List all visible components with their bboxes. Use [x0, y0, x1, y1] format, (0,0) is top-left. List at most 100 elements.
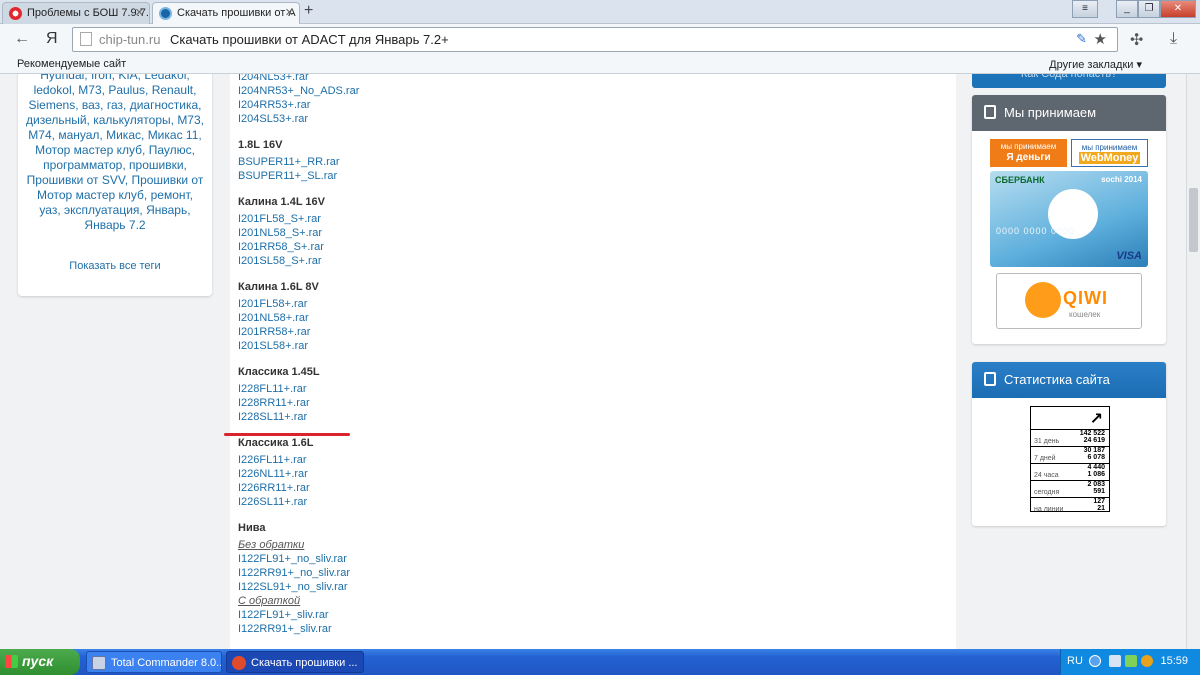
address-bar[interactable]: chip-tun.ru Скачать прошивки от ADACT дл…	[72, 27, 1118, 52]
tag-link[interactable]: диагностика,	[130, 98, 202, 112]
firmware-file-link[interactable]: I201SL58+.rar	[238, 339, 308, 353]
firmware-file-link[interactable]: I228RR11+.rar	[238, 396, 310, 410]
firmware-file-link[interactable]: I226RR11+.rar	[238, 481, 310, 495]
back-arrow-icon[interactable]: ←	[14, 30, 30, 48]
firmware-file-link[interactable]: I226FL11+.rar	[238, 453, 307, 467]
tag-link[interactable]: Прошивки от SVV,	[27, 173, 128, 187]
network-icon[interactable]	[1109, 655, 1121, 667]
firmware-file-link[interactable]: I204NL53+.rar	[238, 74, 309, 84]
tag-link[interactable]: ledokol,	[34, 83, 75, 97]
firmware-file-link[interactable]: I228FL11+.rar	[238, 382, 307, 396]
start-button[interactable]: пуск	[0, 649, 80, 675]
counter-arrow-icon: ↗	[1089, 411, 1103, 428]
counter-values: 2 083 591	[1087, 481, 1105, 495]
arrow-tray-icon[interactable]	[1089, 655, 1101, 667]
scroll-thumb[interactable]	[1189, 188, 1198, 252]
flower-icon	[9, 7, 22, 20]
firmware-file-link[interactable]: I201NL58+.rar	[238, 311, 309, 325]
tag-link[interactable]: Январь 7.2	[84, 218, 145, 232]
brush-icon[interactable]: ✎	[1076, 31, 1087, 47]
show-all-tags-link[interactable]: Показать все теги	[18, 260, 212, 272]
firmware-file-link[interactable]: I201FL58_S+.rar	[238, 212, 321, 226]
tag-link[interactable]: мануал,	[58, 128, 102, 142]
firmware-file-link[interactable]: I122FL91+_no_sliv.rar	[238, 552, 347, 566]
taskbar-button-browser[interactable]: Скачать прошивки ...	[226, 651, 364, 673]
taskbar-button-total-commander[interactable]: Total Commander 8.0...	[86, 651, 222, 673]
firmware-file-link[interactable]: I201NL58_S+.rar	[238, 226, 322, 240]
menu-button[interactable]: ≡	[1072, 0, 1098, 18]
counter-row: 31 день 142 522 24 619	[1031, 429, 1109, 447]
firmware-file-link[interactable]: I204SL53+.rar	[238, 112, 308, 126]
tag-link[interactable]: Январь,	[146, 203, 190, 217]
firmware-file-link[interactable]: I122SL91+_no_sliv.rar	[238, 580, 348, 594]
firmware-file-link[interactable]: I122RR91+_no_sliv.rar	[238, 566, 350, 580]
taskbar-button-label: Total Commander 8.0...	[111, 657, 222, 669]
tag-link[interactable]: KIA,	[118, 74, 141, 82]
firmware-file-link[interactable]: BSUPER11+_RR.rar	[238, 155, 340, 169]
tab-inactive[interactable]: Проблемы с БОШ 7.9.7. ✕	[2, 2, 150, 24]
tag-link[interactable]: калькуляторы,	[93, 113, 174, 127]
top-strip-link[interactable]: Как Сода попасть?	[972, 74, 1166, 88]
vertical-scrollbar[interactable]	[1186, 74, 1200, 649]
tag-link[interactable]: M73,	[78, 83, 105, 97]
minimize-button[interactable]: _	[1116, 0, 1138, 18]
tag-link[interactable]: Микас 11,	[148, 128, 202, 142]
tag-link[interactable]: Мотор мастер клуб,	[35, 143, 145, 157]
tag-link[interactable]: ваз,	[82, 98, 104, 112]
qiwi-wallet-badge[interactable]: QIWI кошелек	[996, 273, 1142, 329]
close-window-button[interactable]: ✕	[1160, 0, 1196, 18]
subsection-label: Без обратки	[238, 539, 305, 551]
bookmark-other[interactable]: Другие закладки ▾	[1049, 58, 1142, 71]
signal-icon[interactable]	[1125, 655, 1137, 667]
tag-link[interactable]: прошивки,	[129, 158, 187, 172]
tag-link[interactable]: Iron,	[91, 74, 115, 82]
firmware-file-link[interactable]: I204NR53+_No_ADS.rar	[238, 84, 359, 98]
new-tab-button[interactable]: +	[304, 2, 313, 20]
firmware-file-link[interactable]: I226SL11+.rar	[238, 495, 307, 509]
tag-link[interactable]: Renault,	[152, 83, 197, 97]
restore-button[interactable]: ❐	[1138, 0, 1160, 18]
tag-link[interactable]: Hyundai,	[40, 74, 87, 82]
tag-link[interactable]: Ledakol,	[144, 74, 189, 82]
download-icon[interactable]: ⤓	[1170, 30, 1177, 48]
close-tab-icon[interactable]: ✕	[285, 6, 294, 19]
firmware-file-link[interactable]: BSUPER11+_SL.rar	[238, 169, 337, 183]
tag-link[interactable]: Микас,	[106, 128, 144, 142]
firmware-file-link[interactable]: I226NL11+.rar	[238, 467, 308, 481]
extension-icon[interactable]: ✣	[1130, 30, 1143, 50]
tag-link[interactable]: Paulus,	[108, 83, 148, 97]
yandex-icon[interactable]: Я	[46, 30, 58, 48]
firmware-file-link[interactable]: I228SL11+.rar	[238, 410, 307, 424]
firmware-file-link[interactable]: I122RR91+_sliv.rar	[238, 622, 332, 636]
tag-link[interactable]: газ,	[107, 98, 127, 112]
section-heading: Классика 1.45L	[238, 366, 320, 378]
tag-link[interactable]: эксплуатация,	[64, 203, 143, 217]
star-icon[interactable]: ★	[1094, 30, 1107, 48]
tab-active[interactable]: Скачать прошивки от А ✕	[152, 2, 300, 24]
liveinternet-counter[interactable]: ↗ 31 день 142 522 24 619 7 дней 30 187 6 078 2…	[1030, 406, 1110, 513]
language-indicator[interactable]: RU	[1067, 655, 1083, 667]
yandex-money-badge[interactable]: мы принимаем Я деньги	[990, 139, 1067, 167]
firmware-file-link[interactable]: I201RR58_S+.rar	[238, 240, 324, 254]
tag-link[interactable]: Siemens,	[29, 98, 79, 112]
firmware-file-link[interactable]: I201FL58+.rar	[238, 297, 307, 311]
close-tab-icon[interactable]: ✕	[135, 6, 144, 19]
antivirus-icon[interactable]	[1141, 655, 1153, 667]
bookmark-recommended[interactable]: Рекомендуемые сайт	[17, 58, 126, 70]
payments-header: Мы принимаем	[972, 95, 1166, 131]
firmware-file-link[interactable]: I201SL58_S+.rar	[238, 254, 321, 268]
sberbank-card-image[interactable]: СБЕРБАНК sochi 2014 0000 0000 0000 VISA	[990, 171, 1148, 267]
tag-link[interactable]: уаз,	[39, 203, 60, 217]
badge-brand: WebMoney	[1078, 152, 1141, 164]
firmware-file-link[interactable]: I201RR58+.rar	[238, 325, 310, 339]
tag-link[interactable]: M74,	[28, 128, 55, 142]
tag-link[interactable]: Паулюс,	[149, 143, 195, 157]
tag-link[interactable]: дизельный,	[26, 113, 90, 127]
counter-value-visitors: 591	[1093, 488, 1105, 495]
firmware-file-link[interactable]: I122FL91+_sliv.rar	[238, 608, 329, 622]
firmware-file-link[interactable]: I204RR53+.rar	[238, 98, 310, 112]
webmoney-badge[interactable]: мы принимаем WebMoney	[1071, 139, 1148, 167]
tag-link[interactable]: ремонт,	[151, 188, 193, 202]
tag-link[interactable]: M73,	[177, 113, 204, 127]
tag-link[interactable]: программатор,	[43, 158, 126, 172]
